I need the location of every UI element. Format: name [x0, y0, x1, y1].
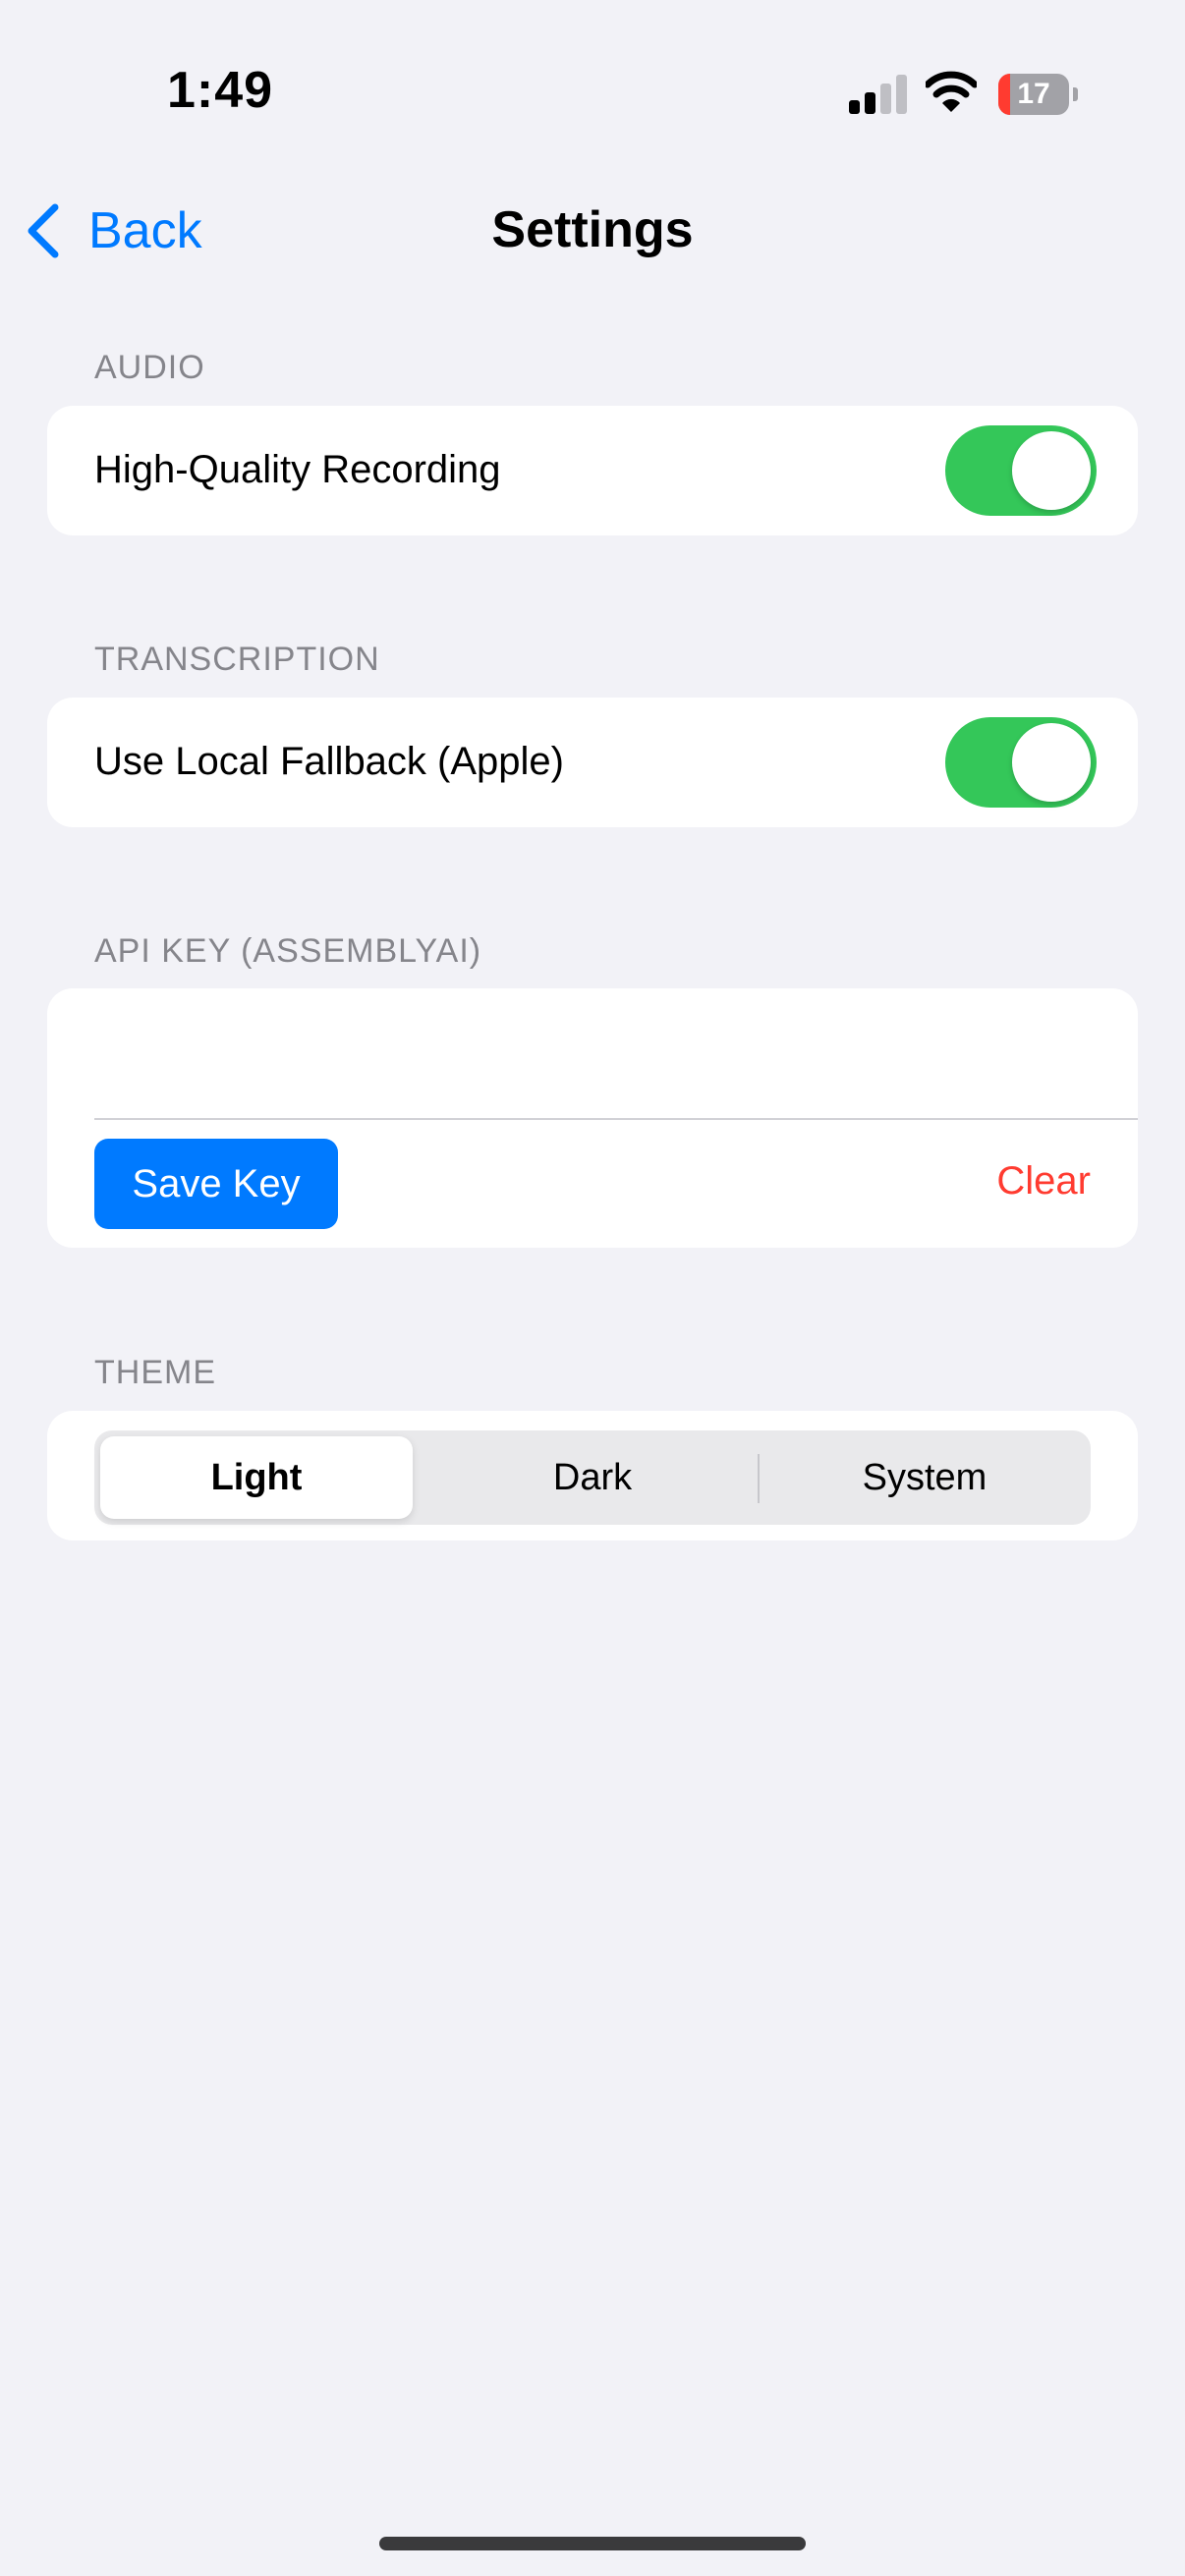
section-header-transcription: TRANSCRIPTION	[94, 641, 380, 678]
status-time: 1:49	[167, 62, 274, 119]
local-fallback-label: Use Local Fallback (Apple)	[94, 740, 564, 783]
theme-segmented-control[interactable]: Light Dark System	[94, 1430, 1091, 1525]
page-title: Settings	[491, 201, 694, 258]
toggle-knob	[1012, 723, 1091, 802]
theme-option-system[interactable]: System	[759, 1430, 1091, 1525]
theme-option-dark[interactable]: Dark	[426, 1430, 759, 1525]
save-key-button[interactable]: Save Key	[94, 1139, 338, 1229]
battery-level: 17	[1017, 78, 1050, 110]
cellular-signal-icon	[849, 75, 908, 114]
high-quality-recording-toggle[interactable]	[945, 425, 1097, 516]
api-key-input[interactable]	[94, 992, 1136, 1110]
battery-icon: 17	[998, 74, 1078, 115]
clear-button[interactable]: Clear	[983, 1159, 1091, 1204]
section-header-theme: THEME	[94, 1354, 216, 1391]
local-fallback-toggle[interactable]	[945, 717, 1097, 808]
high-quality-recording-label: High-Quality Recording	[94, 448, 501, 491]
section-header-api-key: API KEY (ASSEMBLYAI)	[94, 932, 482, 970]
section-header-audio: AUDIO	[94, 349, 205, 386]
home-indicator[interactable]	[379, 2537, 806, 2550]
theme-option-light[interactable]: Light	[100, 1436, 413, 1519]
input-divider	[94, 1118, 1138, 1120]
wifi-icon	[924, 71, 979, 114]
toggle-knob	[1012, 431, 1091, 510]
